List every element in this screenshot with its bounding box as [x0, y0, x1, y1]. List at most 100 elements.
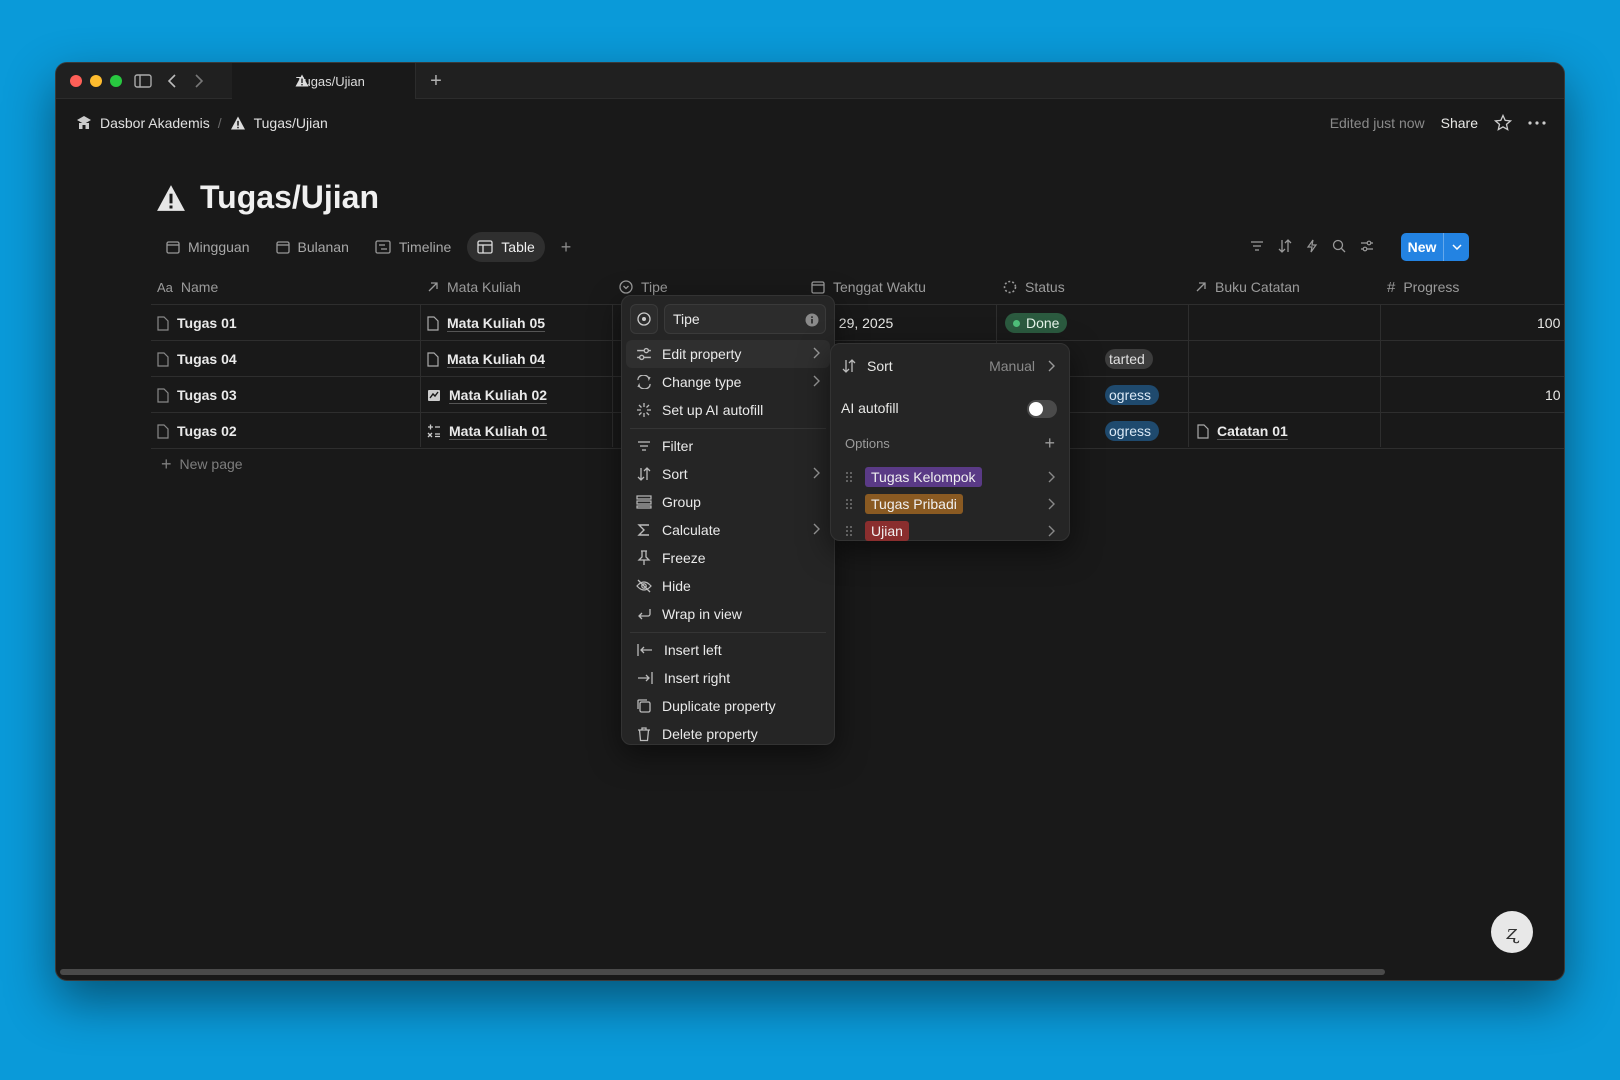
- graduation-icon: [76, 115, 92, 131]
- ai-autofill-toggle[interactable]: [1027, 400, 1057, 418]
- notion-ai-icon[interactable]: ʐ: [1491, 911, 1533, 953]
- column-buku-catatan[interactable]: Buku Catatan: [1189, 269, 1300, 305]
- cell-name[interactable]: Tugas 03: [151, 377, 237, 413]
- cell-progress[interactable]: 10: [1539, 377, 1561, 413]
- minimize-window-button[interactable]: [90, 75, 102, 87]
- cell-mata-kuliah[interactable]: Mata Kuliah 01: [421, 413, 547, 449]
- cell-progress[interactable]: 100: [1531, 305, 1560, 341]
- menu-item-group[interactable]: Group: [626, 488, 830, 516]
- tab-timeline[interactable]: Timeline: [365, 232, 461, 262]
- status-badge: tarted: [1105, 349, 1153, 369]
- cell-mata-kuliah[interactable]: Mata Kuliah 04: [421, 341, 545, 377]
- column-mata-kuliah[interactable]: Mata Kuliah: [421, 269, 521, 305]
- filter-icon[interactable]: [1250, 240, 1264, 252]
- column-progress[interactable]: # Progress: [1381, 269, 1459, 305]
- drag-handle-icon[interactable]: [845, 498, 853, 510]
- tab-table[interactable]: Table: [467, 232, 545, 262]
- cell-status[interactable]: ogress: [1099, 413, 1160, 449]
- property-name-input[interactable]: Tipe: [664, 304, 826, 334]
- more-icon[interactable]: [1528, 121, 1546, 125]
- new-page-button[interactable]: + New page: [161, 447, 243, 481]
- cell-status[interactable]: Done: [999, 305, 1068, 341]
- menu-item-insert-right[interactable]: Insert right: [626, 664, 830, 692]
- relation-icon: [427, 281, 439, 293]
- star-icon[interactable]: [1494, 114, 1512, 132]
- cell-name[interactable]: Tugas 04: [151, 341, 237, 377]
- search-icon[interactable]: [1332, 239, 1346, 253]
- cell-buku-catatan[interactable]: Catatan 01: [1191, 413, 1288, 449]
- menu-item-insert-left[interactable]: Insert left: [626, 636, 830, 664]
- warning-icon[interactable]: [156, 184, 186, 212]
- submenu-sort[interactable]: Sort Manual: [841, 352, 1059, 380]
- option-item[interactable]: Tugas Pribadi: [845, 491, 1059, 517]
- menu-item-hide[interactable]: Hide: [626, 572, 830, 600]
- menu-item-ai-autofill[interactable]: Set up AI autofill: [626, 396, 830, 424]
- sidebar-toggle-icon[interactable]: [132, 70, 154, 92]
- page-icon: [157, 423, 169, 439]
- property-name-row: Tipe: [630, 304, 826, 334]
- menu-item-freeze[interactable]: Freeze: [626, 544, 830, 572]
- column-name[interactable]: Aa Name: [151, 269, 218, 305]
- menu-item-wrap[interactable]: Wrap in view: [626, 600, 830, 628]
- calculator-icon: [427, 424, 441, 438]
- maximize-window-button[interactable]: [110, 75, 122, 87]
- column-status[interactable]: Status: [997, 269, 1065, 305]
- settings-sliders-icon[interactable]: [1360, 240, 1374, 252]
- table-header: Aa Name Mata Kuliah Tipe Tenggat Waktu S…: [151, 269, 1564, 305]
- drag-handle-icon[interactable]: [845, 471, 853, 483]
- menu-item-filter[interactable]: Filter: [626, 432, 830, 460]
- page-icon: [157, 351, 169, 367]
- menu-item-change-type[interactable]: Change type: [626, 368, 830, 396]
- property-menu: Tipe Edit property Change type Set up AI…: [621, 295, 835, 745]
- chevron-down-icon[interactable]: [1443, 233, 1469, 261]
- drag-handle-icon[interactable]: [845, 525, 853, 537]
- breadcrumb-item-tugas[interactable]: Tugas/Ujian: [254, 115, 328, 131]
- wrap-icon: [636, 607, 652, 621]
- add-view-button[interactable]: +: [551, 232, 582, 262]
- ai-autofill-row: AI autofill: [841, 394, 1059, 422]
- option-item[interactable]: Tugas Kelompok: [845, 464, 1059, 490]
- menu-item-delete[interactable]: Delete property: [626, 720, 830, 748]
- breadcrumb-item-dasbor[interactable]: Dasbor Akademis: [100, 115, 210, 131]
- menu-item-edit-property[interactable]: Edit property: [626, 340, 830, 368]
- cell-mata-kuliah[interactable]: Mata Kuliah 05: [421, 305, 545, 341]
- forward-icon[interactable]: [188, 70, 210, 92]
- insert-left-icon: [636, 643, 654, 657]
- cell-status[interactable]: tarted: [1099, 341, 1153, 377]
- tab-bulanan[interactable]: Bulanan: [266, 232, 359, 262]
- table-row[interactable]: Tugas 01 Mata Kuliah 05 uly 29, 2025 Don…: [151, 305, 1564, 341]
- menu-divider: [630, 428, 826, 429]
- edited-status: Edited just now: [1329, 115, 1425, 131]
- timeline-icon: [375, 240, 391, 254]
- calendar-icon: [166, 240, 180, 254]
- cell-name[interactable]: Tugas 02: [151, 413, 237, 449]
- menu-item-calculate[interactable]: Calculate: [626, 516, 830, 544]
- automation-icon[interactable]: [1306, 239, 1318, 253]
- cell-mata-kuliah[interactable]: Mata Kuliah 02: [421, 377, 547, 413]
- menu-item-duplicate[interactable]: Duplicate property: [626, 692, 830, 720]
- cell-name[interactable]: Tugas 01: [151, 305, 237, 341]
- option-item[interactable]: Ujian: [845, 518, 1059, 544]
- select-icon[interactable]: [630, 304, 658, 334]
- back-icon[interactable]: [161, 70, 183, 92]
- sort-icon[interactable]: [1278, 239, 1292, 253]
- tab-mingguan[interactable]: Mingguan: [156, 232, 260, 262]
- close-window-button[interactable]: [70, 75, 82, 87]
- share-button[interactable]: Share: [1441, 115, 1478, 131]
- horizontal-scrollbar[interactable]: [60, 969, 1385, 975]
- menu-item-sort[interactable]: Sort: [626, 460, 830, 488]
- browser-tab[interactable]: Tugas/Ujian: [232, 63, 416, 99]
- chevron-right-icon: [1048, 525, 1055, 537]
- change-type-icon: [636, 375, 652, 389]
- page-title-text[interactable]: Tugas/Ujian: [200, 179, 379, 216]
- page-icon: [157, 387, 169, 403]
- new-button[interactable]: New: [1401, 233, 1469, 261]
- cell-status[interactable]: ogress: [1099, 377, 1160, 413]
- info-icon[interactable]: [805, 313, 819, 327]
- title-bar: Tugas/Ujian +: [56, 63, 1564, 99]
- new-tab-button[interactable]: +: [424, 69, 448, 93]
- breadcrumb: Dasbor Akademis / Tugas/Ujian: [76, 109, 328, 137]
- menu-divider: [630, 632, 826, 633]
- add-option-icon[interactable]: +: [1044, 433, 1055, 454]
- page-icon: [427, 351, 439, 367]
